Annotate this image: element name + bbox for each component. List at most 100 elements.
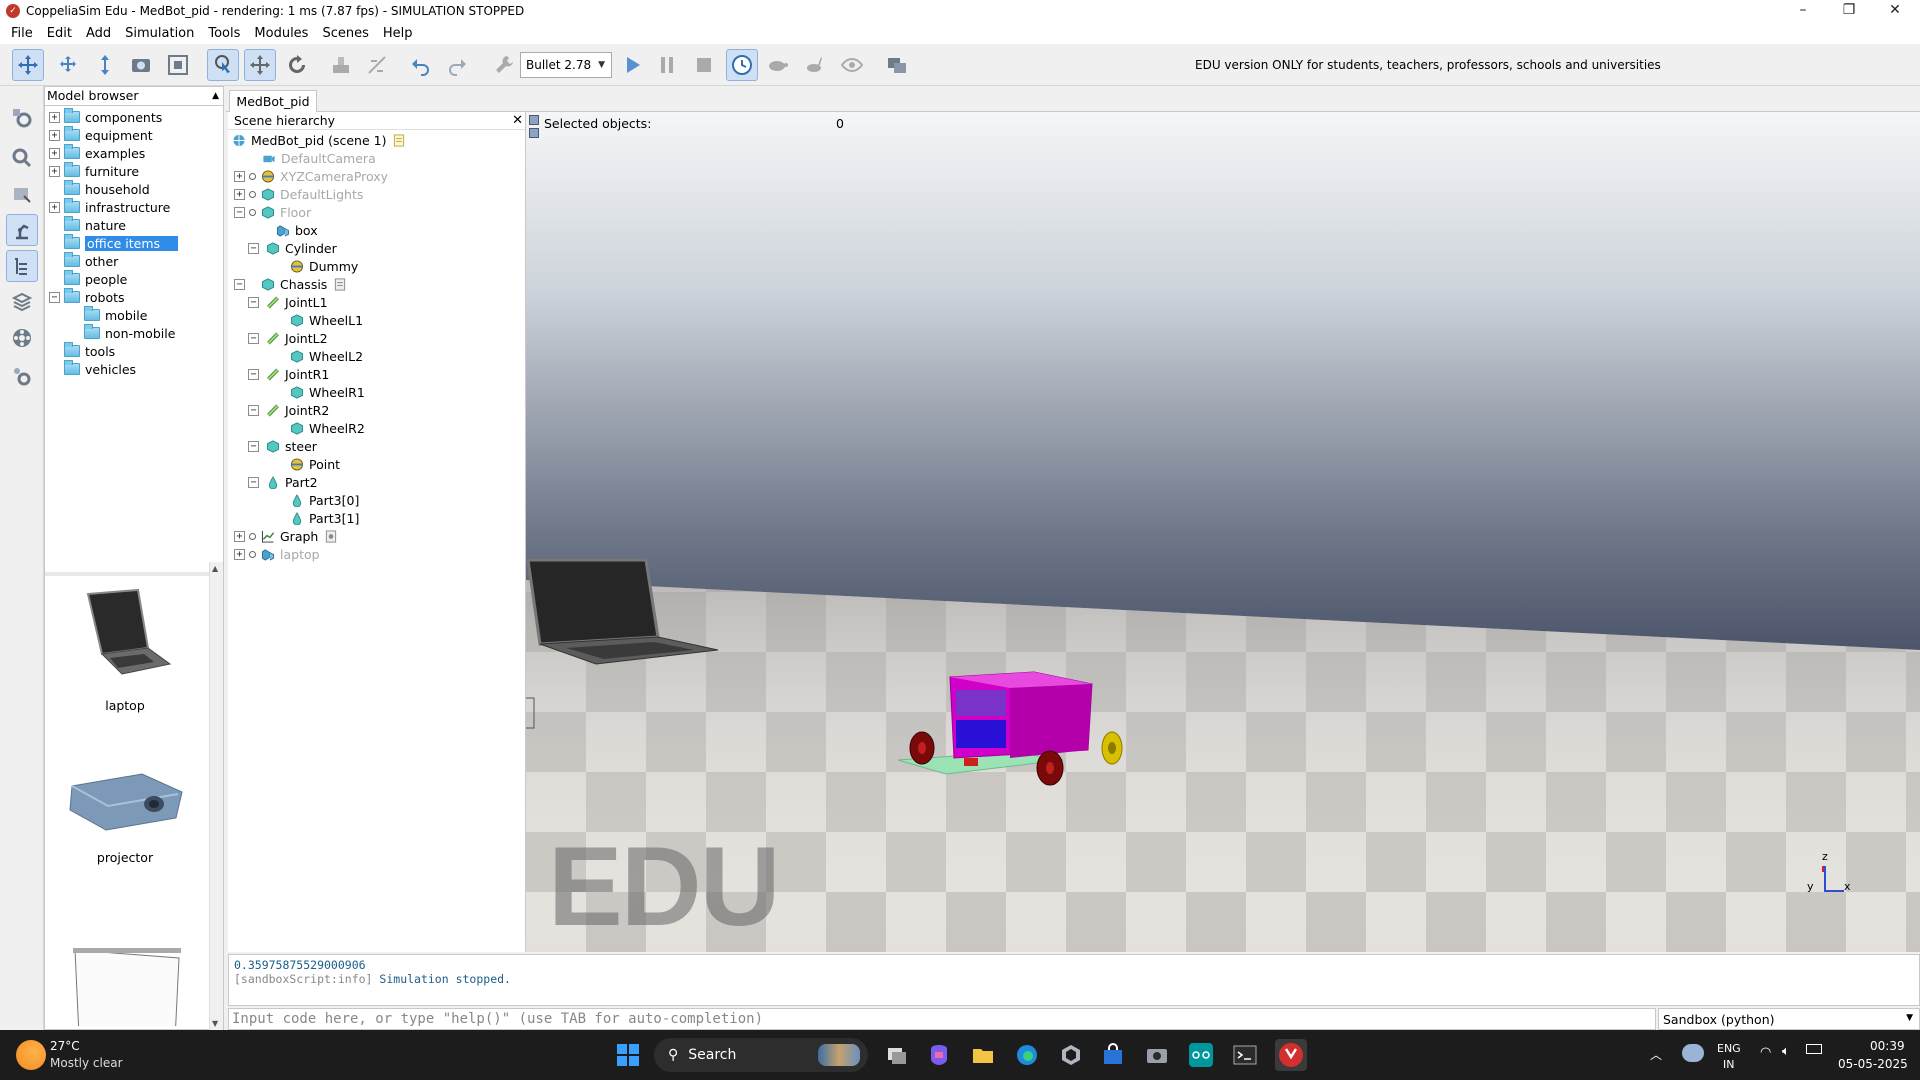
- folder-people[interactable]: people: [64, 270, 127, 288]
- transfer-dna-button[interactable]: [361, 49, 393, 81]
- folder-furniture[interactable]: + furniture: [49, 162, 139, 180]
- menu-scenes[interactable]: Scenes: [315, 26, 375, 41]
- realtime-mode-button[interactable]: [726, 49, 758, 81]
- clock-time[interactable]: 00:39: [1870, 1039, 1905, 1053]
- expand-icon[interactable]: +: [49, 129, 60, 141]
- layers-stack-button[interactable]: [6, 286, 38, 318]
- collapse-icon[interactable]: −: [248, 242, 259, 254]
- store-button[interactable]: [1097, 1039, 1129, 1071]
- user-settings-button[interactable]: [6, 360, 38, 392]
- menu-file[interactable]: File: [4, 26, 40, 41]
- close-icon[interactable]: ✕: [512, 112, 523, 130]
- child-script-icon[interactable]: [333, 277, 347, 291]
- slow-down-button[interactable]: [762, 49, 794, 81]
- expand-icon[interactable]: +: [234, 188, 245, 200]
- model-thumb-projector[interactable]: projector: [45, 756, 205, 865]
- close-button[interactable]: ✕: [1872, 0, 1918, 22]
- scene-object-part3-0[interactable]: Part3[0]: [290, 491, 359, 509]
- collapse-icon[interactable]: −: [234, 206, 245, 218]
- scene-object-jointr1[interactable]: − JointR1: [248, 365, 329, 383]
- zoom-button[interactable]: [6, 142, 38, 174]
- scene-object-point[interactable]: Point: [290, 455, 340, 473]
- folder-office-items[interactable]: office items: [64, 234, 179, 252]
- file-explorer-button[interactable]: [967, 1039, 999, 1071]
- customization-script-icon[interactable]: [324, 529, 338, 543]
- click-selection-button[interactable]: [207, 49, 239, 81]
- terminal-app-button[interactable]: [1055, 1039, 1087, 1071]
- scene-object-wheell2[interactable]: WheelL2: [290, 347, 363, 365]
- pause-simulation-button[interactable]: [651, 49, 683, 81]
- viewport-handle-icon[interactable]: [529, 115, 539, 125]
- folder-tools[interactable]: tools: [64, 342, 115, 360]
- edge-browser-button[interactable]: [1011, 1039, 1043, 1071]
- copilot-button[interactable]: [923, 1039, 955, 1071]
- stop-simulation-button[interactable]: [688, 49, 720, 81]
- scene-object-laptop[interactable]: + laptop: [234, 545, 320, 563]
- battery-icon[interactable]: [1806, 1044, 1822, 1054]
- folder-examples[interactable]: + examples: [49, 144, 145, 162]
- model-browser-toggle[interactable]: [6, 214, 38, 246]
- minimize-button[interactable]: –: [1780, 0, 1826, 22]
- folder-non-mobile[interactable]: non-mobile: [84, 324, 175, 342]
- collapse-icon[interactable]: −: [248, 368, 259, 380]
- show-hidden-icons-icon[interactable]: ︿: [1650, 1046, 1662, 1063]
- camera-shift-button[interactable]: [89, 49, 121, 81]
- model-thumb-laptop[interactable]: laptop: [45, 584, 205, 713]
- folder-components[interactable]: + components: [49, 108, 162, 126]
- scene-object-steer[interactable]: − steer: [248, 437, 317, 455]
- scene-object-wheell1[interactable]: WheelL1: [290, 311, 363, 329]
- start-simulation-button[interactable]: [616, 49, 648, 81]
- scene-object-floor[interactable]: − Floor: [234, 203, 311, 221]
- scene-object-chassis[interactable]: − Chassis: [234, 275, 352, 293]
- visualization-toggle-button[interactable]: [836, 49, 868, 81]
- physics-engine-select[interactable]: Bullet 2.78 ▼: [520, 52, 612, 78]
- folder-nature[interactable]: nature: [64, 216, 126, 234]
- menu-modules[interactable]: Modules: [247, 26, 315, 41]
- scroll-up-icon[interactable]: ▲: [212, 564, 218, 573]
- scene-object-dummy[interactable]: Dummy: [290, 257, 358, 275]
- taskbar-search[interactable]: ⚲ Search: [654, 1038, 868, 1072]
- region-code[interactable]: IN: [1723, 1058, 1734, 1071]
- command-input[interactable]: Input code here, or type "help()" (use T…: [228, 1008, 1656, 1030]
- weather-icon[interactable]: [16, 1040, 46, 1070]
- collapse-icon[interactable]: −: [234, 278, 245, 290]
- menu-simulation[interactable]: Simulation: [118, 26, 201, 41]
- collapse-icon[interactable]: −: [248, 404, 259, 416]
- fit-to-view-button[interactable]: [162, 49, 194, 81]
- scene-viewport[interactable]: Selected objects: 0 EDU z y x: [526, 112, 1920, 952]
- collapse-icon[interactable]: −: [248, 332, 259, 344]
- collapse-icon[interactable]: −: [49, 291, 60, 303]
- coppeliasim-taskbar-button[interactable]: [1275, 1039, 1307, 1071]
- onedrive-icon[interactable]: [1682, 1044, 1704, 1062]
- expand-icon[interactable]: +: [49, 201, 60, 213]
- scene-object-graph[interactable]: + Graph: [234, 527, 343, 545]
- object-rotate-button[interactable]: [281, 49, 313, 81]
- collapse-icon[interactable]: −: [248, 296, 259, 308]
- scroll-down-icon[interactable]: ▼: [212, 1019, 218, 1028]
- viewport-handle-icon[interactable]: [529, 128, 539, 138]
- folder-infrastructure[interactable]: + infrastructure: [49, 198, 170, 216]
- scene-object-defaultlights[interactable]: + DefaultLights: [234, 185, 363, 203]
- camera-angle-button[interactable]: [125, 49, 157, 81]
- collapse-up-icon[interactable]: ▲: [212, 87, 219, 105]
- language-code[interactable]: ENG: [1717, 1042, 1741, 1055]
- wifi-icon[interactable]: ◠: [1760, 1045, 1771, 1060]
- expand-icon[interactable]: +: [49, 165, 60, 177]
- scene-root[interactable]: MedBot_pid (scene 1): [232, 131, 411, 149]
- model-thumbnails-scrollbar[interactable]: ▲ ▼: [209, 562, 223, 1030]
- camera-rotate-button[interactable]: [52, 49, 84, 81]
- model-thumb-screen[interactable]: [45, 946, 205, 1026]
- scene-hierarchy-toggle[interactable]: [6, 250, 38, 282]
- undo-button[interactable]: [405, 49, 437, 81]
- collapse-icon[interactable]: −: [248, 476, 259, 488]
- clock-date[interactable]: 05-05-2025: [1838, 1057, 1908, 1071]
- page-selector-button[interactable]: [881, 49, 913, 81]
- maximize-button[interactable]: ❐: [1826, 0, 1872, 22]
- collapse-icon[interactable]: −: [248, 440, 259, 452]
- redo-button[interactable]: [441, 49, 473, 81]
- scene-object-defaultcamera[interactable]: DefaultCamera: [262, 149, 376, 167]
- folder-mobile[interactable]: mobile: [84, 306, 147, 324]
- simulation-settings-button[interactable]: [6, 102, 38, 134]
- scene-tab-medbot[interactable]: MedBot_pid: [229, 90, 317, 113]
- dynamics-toggle-button[interactable]: [488, 49, 520, 81]
